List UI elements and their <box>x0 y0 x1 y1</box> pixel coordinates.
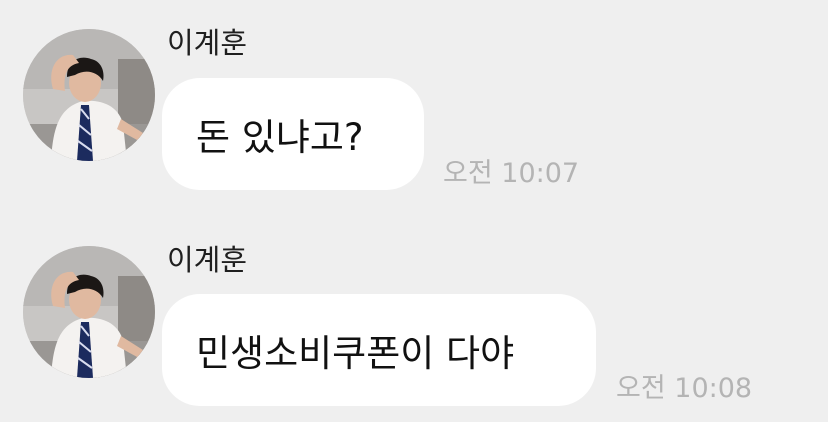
sender-name: 이계훈 <box>167 26 248 60</box>
avatar[interactable] <box>23 246 155 378</box>
message-text: 돈 있냐고? <box>196 116 364 159</box>
message-bubble[interactable]: 민생소비쿠폰이 다야 <box>162 294 596 406</box>
avatar[interactable] <box>23 29 155 161</box>
sender-name: 이계훈 <box>167 243 248 277</box>
message-timestamp: 오전 10:07 <box>443 158 580 189</box>
message-text: 민생소비쿠폰이 다야 <box>196 332 515 375</box>
message-timestamp: 오전 10:08 <box>616 373 753 404</box>
message-bubble[interactable]: 돈 있냐고? <box>162 78 424 190</box>
profile-photo-icon <box>23 246 155 378</box>
profile-photo-icon <box>23 29 155 161</box>
